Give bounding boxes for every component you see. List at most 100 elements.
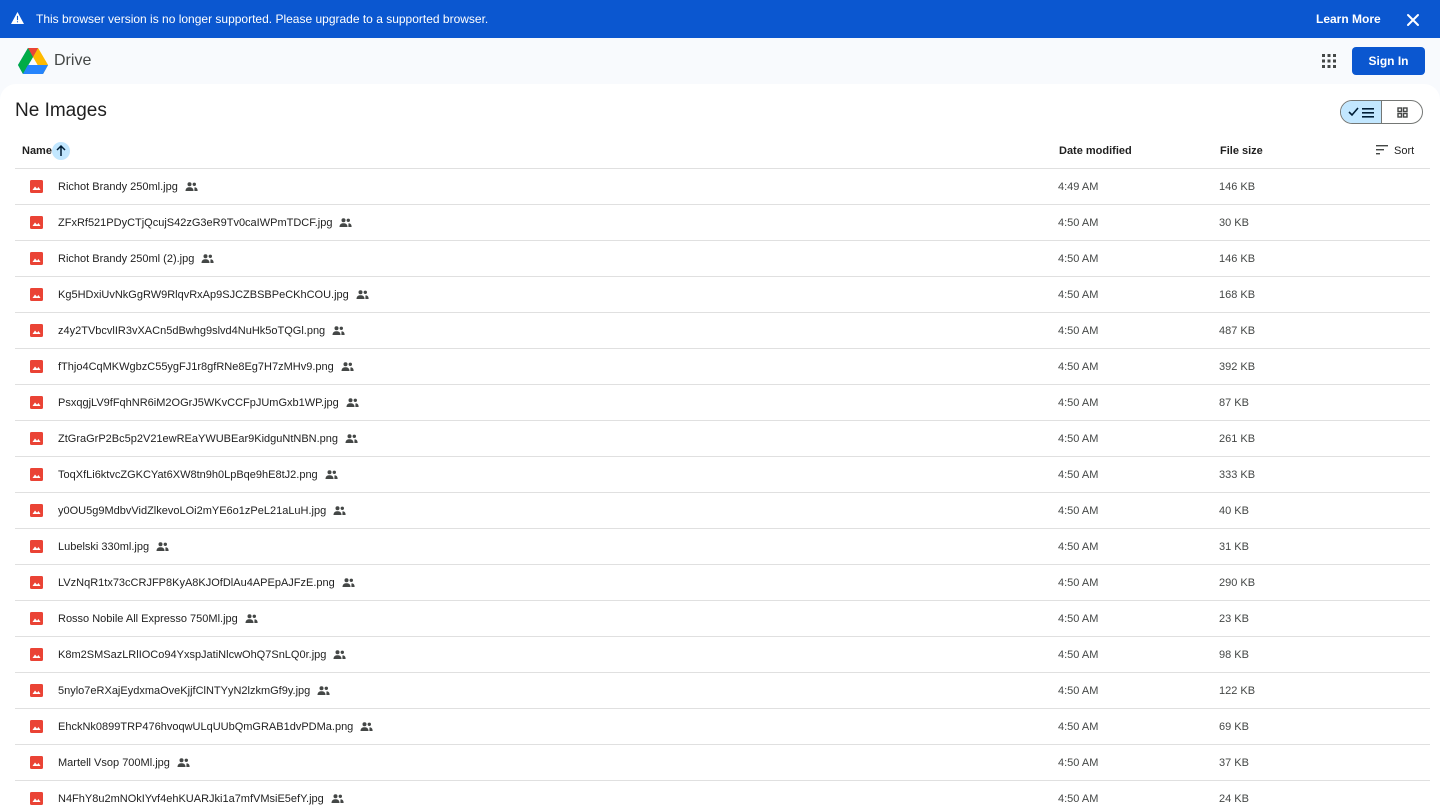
- shared-people-icon: [333, 506, 346, 515]
- learn-more-link[interactable]: Learn More: [1310, 0, 1387, 38]
- file-row[interactable]: LVzNqR1tx73cCRJFP8KyA8KJOfDlAu4APEpAJFzE…: [15, 565, 1430, 601]
- list-view-button[interactable]: [1341, 101, 1382, 123]
- shared-people-icon: [245, 614, 258, 623]
- file-size: 392 KB: [1219, 361, 1256, 373]
- column-name[interactable]: Name: [22, 140, 52, 162]
- list-icon: [1362, 108, 1374, 118]
- file-name: N4FhY8u2mNOkIYvf4ehKUARJki1a7mfVMsiE5efY…: [58, 793, 324, 805]
- shared-people-icon: [345, 434, 358, 443]
- shared-people-icon: [332, 326, 345, 335]
- shared-people-icon: [177, 758, 190, 767]
- file-row[interactable]: 5nylo7eRXajEydxmaOveKjjfClNTYyN2lzkmGf9y…: [15, 673, 1430, 709]
- file-date-modified: 4:50 AM: [1058, 613, 1099, 625]
- file-size: 122 KB: [1219, 685, 1256, 697]
- file-row[interactable]: PsxqgjLV9fFqhNR6iM2OGrJ5WKvCCFpJUmGxb1WP…: [15, 385, 1430, 421]
- file-name: Richot Brandy 250ml (2).jpg: [58, 253, 195, 265]
- file-row[interactable]: ZtGraGrP2Bc5p2V21ewREaYWUBEar9KidguNtNBN…: [15, 421, 1430, 457]
- column-date-modified[interactable]: Date modified: [1059, 140, 1132, 162]
- file-row[interactable]: fThjo4CqMKWgbzC55ygFJ1r8gfRNe8Eg7H7zMHv9…: [15, 349, 1430, 385]
- shared-people-icon: [346, 398, 359, 407]
- app-name: Drive: [54, 52, 92, 69]
- file-size: 30 KB: [1219, 217, 1249, 229]
- file-date-modified: 4:50 AM: [1058, 361, 1099, 373]
- file-date-modified: 4:50 AM: [1058, 325, 1099, 337]
- image-file-icon: [30, 288, 43, 301]
- file-row[interactable]: Rosso Nobile All Expresso 750Ml.jpg 4:50 …: [15, 601, 1430, 637]
- drive-logo-icon[interactable]: [18, 48, 48, 74]
- file-date-modified: 4:50 AM: [1058, 757, 1099, 769]
- shared-people-icon: [317, 686, 330, 695]
- file-name: EhckNk0899TRP476hvoqwULqUUbQmGRAB1dvPDMa…: [58, 721, 354, 733]
- file-date-modified: 4:50 AM: [1058, 577, 1099, 589]
- shared-people-icon: [201, 254, 214, 263]
- file-size: 37 KB: [1219, 757, 1249, 769]
- shared-people-icon: [331, 794, 344, 803]
- file-name: fThjo4CqMKWgbzC55ygFJ1r8gfRNe8Eg7H7zMHv9…: [58, 361, 334, 373]
- file-row[interactable]: N4FhY8u2mNOkIYvf4ehKUARJki1a7mfVMsiE5efY…: [15, 781, 1430, 810]
- grid-view-button[interactable]: [1382, 101, 1422, 123]
- shared-people-icon: [356, 290, 369, 299]
- file-row[interactable]: z4y2TVbcvlIR3vXACn5dBwhg9slvd4NuHk5oTQGl…: [15, 313, 1430, 349]
- file-row[interactable]: K8m2SMSazLRlIOCo94YxspJatiNlcwOhQ7SnLQ0r…: [15, 637, 1430, 673]
- shared-people-icon: [156, 542, 169, 551]
- image-file-icon: [30, 648, 43, 661]
- file-row[interactable]: Lubelski 330ml.jpg 4:50 AM 31 KB: [15, 529, 1430, 565]
- file-date-modified: 4:49 AM: [1058, 181, 1099, 193]
- file-row[interactable]: Kg5HDxiUvNkGgRW9RlqvRxAp9SJCZBSBPeCKhCOU…: [15, 277, 1430, 313]
- shared-people-icon: [360, 722, 373, 731]
- sign-in-button[interactable]: Sign In: [1352, 47, 1425, 75]
- file-row[interactable]: y0OU5g9MdbvVidZlkevoLOi2mYE6o1zPeL21aLuH…: [15, 493, 1430, 529]
- image-file-icon: [30, 756, 43, 769]
- file-row[interactable]: EhckNk0899TRP476hvoqwULqUUbQmGRAB1dvPDMa…: [15, 709, 1430, 745]
- file-row[interactable]: ZFxRf521PDyCTjQcujS42zG3eR9Tv0caIWPmTDCF…: [15, 205, 1430, 241]
- image-file-icon: [30, 720, 43, 733]
- file-name: Martell Vsop 700Ml.jpg: [58, 757, 170, 769]
- file-date-modified: 4:50 AM: [1058, 217, 1099, 229]
- file-name: ToqXfLi6ktvcZGKCYat6XW8tn9h0LpBqe9hE8tJ2…: [58, 469, 318, 481]
- close-icon[interactable]: [1404, 11, 1422, 29]
- file-date-modified: 4:50 AM: [1058, 289, 1099, 301]
- file-date-modified: 4:50 AM: [1058, 793, 1099, 805]
- shared-people-icon: [342, 578, 355, 587]
- file-date-modified: 4:50 AM: [1058, 505, 1099, 517]
- file-size: 98 KB: [1219, 649, 1249, 661]
- image-file-icon: [30, 468, 43, 481]
- file-name: Kg5HDxiUvNkGgRW9RlqvRxAp9SJCZBSBPeCKhCOU…: [58, 289, 349, 301]
- file-name: y0OU5g9MdbvVidZlkevoLOi2mYE6o1zPeL21aLuH…: [58, 505, 327, 517]
- apps-grid-icon[interactable]: [1320, 52, 1338, 70]
- image-file-icon: [30, 396, 43, 409]
- file-size: 333 KB: [1219, 469, 1256, 481]
- view-toggle: [1340, 100, 1423, 124]
- file-row[interactable]: Richot Brandy 250ml.jpg 4:49 AM 146 KB: [15, 169, 1430, 205]
- file-size: 69 KB: [1219, 721, 1249, 733]
- column-file-size[interactable]: File size: [1220, 140, 1263, 162]
- image-file-icon: [30, 684, 43, 697]
- warning-icon: [11, 12, 24, 24]
- file-name: ZtGraGrP2Bc5p2V21ewREaYWUBEar9KidguNtNBN…: [58, 433, 339, 445]
- file-size: 487 KB: [1219, 325, 1256, 337]
- image-file-icon: [30, 504, 43, 517]
- sort-icon: [1376, 145, 1388, 155]
- folder-title: Ne Images: [15, 100, 107, 121]
- sort-ascending-button[interactable]: [52, 142, 70, 160]
- file-date-modified: 4:50 AM: [1058, 433, 1099, 445]
- file-date-modified: 4:50 AM: [1058, 721, 1099, 733]
- file-size: 87 KB: [1219, 397, 1249, 409]
- file-date-modified: 4:50 AM: [1058, 649, 1099, 661]
- file-size: 261 KB: [1219, 433, 1256, 445]
- file-size: 168 KB: [1219, 289, 1256, 301]
- sort-label: Sort: [1394, 145, 1415, 157]
- file-date-modified: 4:50 AM: [1058, 397, 1099, 409]
- file-row[interactable]: Martell Vsop 700Ml.jpg 4:50 AM 37 KB: [15, 745, 1430, 781]
- image-file-icon: [30, 180, 43, 193]
- file-row[interactable]: ToqXfLi6ktvcZGKCYat6XW8tn9h0LpBqe9hE8tJ2…: [15, 457, 1430, 493]
- file-name: LVzNqR1tx73cCRJFP8KyA8KJOfDlAu4APEpAJFzE…: [58, 577, 335, 589]
- shared-people-icon: [341, 362, 354, 371]
- shared-people-icon: [185, 182, 198, 191]
- image-file-icon: [30, 324, 43, 337]
- file-date-modified: 4:50 AM: [1058, 253, 1099, 265]
- unsupported-browser-banner: This browser version is no longer suppor…: [0, 0, 1440, 38]
- checkmark-icon: [1348, 107, 1359, 117]
- grid-icon: [1397, 107, 1408, 118]
- file-row[interactable]: Richot Brandy 250ml (2).jpg 4:50 AM 146 KB: [15, 241, 1430, 277]
